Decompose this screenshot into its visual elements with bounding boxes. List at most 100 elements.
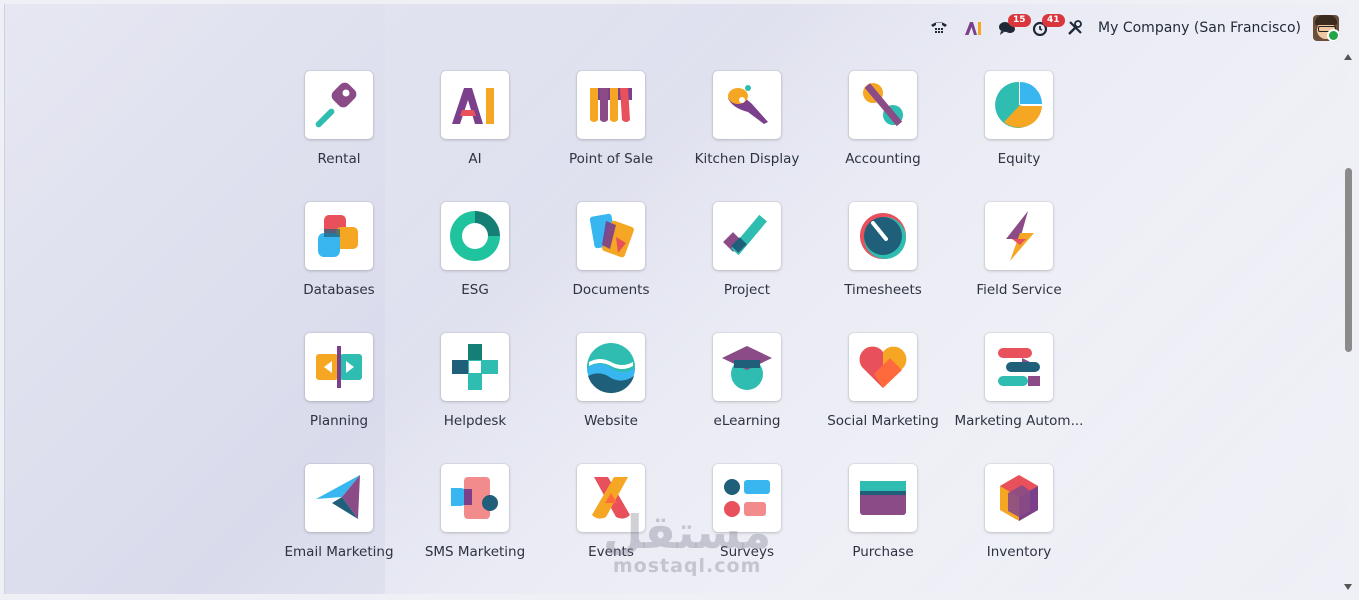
kitchen-display-icon bbox=[728, 85, 768, 124]
company-switcher[interactable]: My Company (San Francisco) bbox=[1092, 20, 1313, 36]
app-field-service[interactable]: Field Service bbox=[951, 202, 1087, 310]
app-label: Point of Sale bbox=[568, 151, 653, 167]
app-label: Project bbox=[723, 282, 771, 298]
app-label: Documents bbox=[572, 282, 650, 298]
app-tile bbox=[985, 464, 1053, 532]
app-label: Inventory bbox=[986, 544, 1052, 560]
app-frame: 15 41 My Company (San Francisco) Rental bbox=[4, 4, 1347, 594]
app-tile bbox=[441, 464, 509, 532]
app-esg[interactable]: ESG bbox=[407, 202, 543, 310]
app-tile bbox=[985, 333, 1053, 401]
app-tile bbox=[849, 71, 917, 139]
ai-icon bbox=[452, 88, 494, 124]
app-label: Equity bbox=[997, 151, 1041, 167]
activities-clock-icon[interactable]: 41 bbox=[1024, 4, 1065, 52]
timesheets-icon bbox=[860, 213, 906, 259]
app-databases[interactable]: Databases bbox=[271, 202, 407, 310]
social-marketing-icon bbox=[859, 346, 907, 388]
app-rental[interactable]: Rental bbox=[271, 71, 407, 179]
app-kitchen-display[interactable]: Kitchen Display bbox=[679, 71, 815, 179]
app-planning[interactable]: Planning bbox=[271, 333, 407, 441]
esg-icon bbox=[450, 211, 500, 261]
planning-icon bbox=[316, 346, 362, 388]
marketing-automation-icon bbox=[998, 348, 1040, 386]
app-documents[interactable]: Documents bbox=[543, 202, 679, 310]
app-email-marketing[interactable]: Email Marketing bbox=[271, 464, 407, 572]
app-tile bbox=[577, 71, 645, 139]
debug-tools-icon[interactable] bbox=[1058, 4, 1092, 52]
app-tile bbox=[441, 71, 509, 139]
avatar-hair bbox=[1315, 15, 1337, 25]
app-label: Website bbox=[584, 413, 638, 429]
voip-phone-icon[interactable] bbox=[922, 4, 956, 52]
app-website[interactable]: Website bbox=[543, 333, 679, 441]
app-accounting[interactable]: Accounting bbox=[815, 71, 951, 179]
apps-grid: Rental AI Point of Sale Kitchen Display bbox=[271, 71, 1087, 572]
app-tile bbox=[713, 202, 781, 270]
scroll-down-arrow-icon[interactable] bbox=[1344, 584, 1352, 590]
app-elearning[interactable]: eLearning bbox=[679, 333, 815, 441]
online-status-dot bbox=[1327, 29, 1339, 41]
rental-icon bbox=[315, 82, 357, 128]
app-label: Marketing Autom... bbox=[954, 413, 1084, 429]
app-label: Purchase bbox=[852, 544, 914, 560]
documents-icon bbox=[589, 213, 634, 258]
equity-icon bbox=[995, 81, 1042, 128]
app-inventory[interactable]: Inventory bbox=[951, 464, 1087, 572]
app-marketing-automation[interactable]: Marketing Autom... bbox=[951, 333, 1087, 441]
app-label: Kitchen Display bbox=[694, 151, 800, 167]
app-label: eLearning bbox=[713, 413, 781, 429]
app-tile bbox=[713, 71, 781, 139]
sms-marketing-icon bbox=[451, 477, 498, 519]
app-tile bbox=[305, 71, 373, 139]
messages-icon[interactable]: 15 bbox=[990, 4, 1031, 52]
scrollbar-thumb[interactable] bbox=[1345, 168, 1352, 352]
app-label: Rental bbox=[317, 151, 361, 167]
app-tile bbox=[441, 202, 509, 270]
app-tile bbox=[441, 333, 509, 401]
inventory-icon bbox=[1000, 475, 1038, 521]
app-helpdesk[interactable]: Helpdesk bbox=[407, 333, 543, 441]
app-label: AI bbox=[468, 151, 482, 167]
app-label: Accounting bbox=[845, 151, 921, 167]
app-label: Planning bbox=[309, 413, 369, 429]
app-purchase[interactable]: Purchase bbox=[815, 464, 951, 572]
top-navbar: 15 41 My Company (San Francisco) bbox=[922, 4, 1347, 52]
app-tile bbox=[713, 333, 781, 401]
app-tile bbox=[985, 71, 1053, 139]
app-label: Helpdesk bbox=[443, 413, 507, 429]
app-tile bbox=[985, 202, 1053, 270]
app-social-marketing[interactable]: Social Marketing bbox=[815, 333, 951, 441]
app-sms-marketing[interactable]: SMS Marketing bbox=[407, 464, 543, 572]
scroll-up-arrow-icon[interactable] bbox=[1344, 54, 1352, 60]
app-label: ESG bbox=[461, 282, 489, 298]
watermark-arabic: مستقل bbox=[603, 505, 772, 559]
helpdesk-icon bbox=[452, 344, 498, 390]
app-tile bbox=[305, 333, 373, 401]
app-label: Field Service bbox=[976, 282, 1062, 298]
app-label: Timesheets bbox=[844, 282, 922, 298]
project-icon bbox=[723, 214, 767, 256]
app-point-of-sale[interactable]: Point of Sale bbox=[543, 71, 679, 179]
watermark: مستقل mostaql.com bbox=[603, 509, 771, 577]
app-project[interactable]: Project bbox=[679, 202, 815, 310]
databases-icon bbox=[318, 215, 358, 257]
field-service-icon bbox=[1006, 211, 1034, 261]
email-marketing-icon bbox=[316, 475, 360, 519]
ai-assistant-icon[interactable] bbox=[956, 4, 990, 52]
vertical-scrollbar[interactable] bbox=[1342, 48, 1355, 594]
point-of-sale-icon bbox=[590, 88, 632, 122]
app-label: Email Marketing bbox=[284, 544, 394, 560]
watermark-latin: mostaql.com bbox=[612, 555, 762, 577]
user-avatar[interactable] bbox=[1313, 15, 1339, 41]
app-label: Social Marketing bbox=[827, 413, 939, 429]
website-icon bbox=[587, 343, 635, 394]
app-ai[interactable]: AI bbox=[407, 71, 543, 179]
app-equity[interactable]: Equity bbox=[951, 71, 1087, 179]
purchase-icon bbox=[860, 481, 906, 515]
app-tile bbox=[305, 464, 373, 532]
app-tile bbox=[849, 464, 917, 532]
app-label: SMS Marketing bbox=[424, 544, 526, 560]
app-timesheets[interactable]: Timesheets bbox=[815, 202, 951, 310]
app-tile bbox=[577, 202, 645, 270]
